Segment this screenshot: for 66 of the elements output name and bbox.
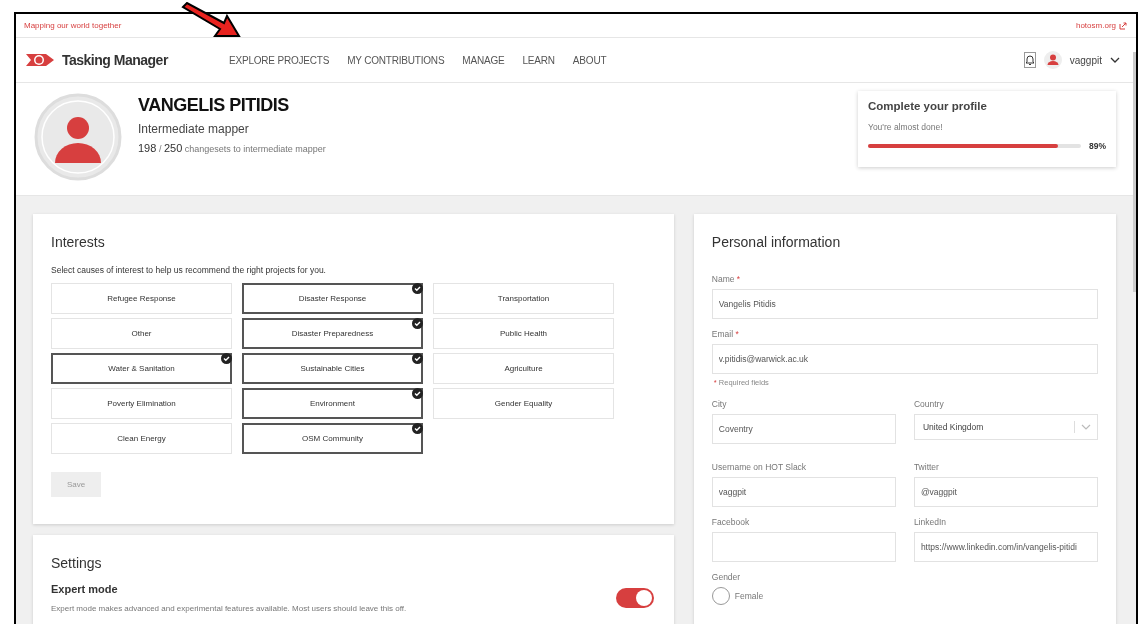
section-title: Personal information [711, 234, 842, 250]
notifications-button[interactable] [1023, 52, 1036, 68]
field-label: LinkedIn [913, 517, 948, 527]
interest-option[interactable]: Public Health [433, 318, 614, 349]
field-label: Gender [711, 572, 742, 582]
interest-option[interactable]: Environment [242, 388, 423, 419]
field-label: Name * [711, 274, 742, 284]
hotosm-link[interactable]: hotosm.org [1075, 21, 1127, 30]
field-label: Twitter [913, 462, 940, 472]
setting-title: Expert mode [51, 583, 119, 595]
profile-name: VANGELIS PITIDIS [138, 95, 290, 116]
text-field[interactable] [711, 532, 896, 562]
check-icon [412, 388, 423, 399]
interest-option[interactable]: Sustainable Cities [242, 353, 423, 384]
interest-option[interactable]: Agriculture [433, 353, 614, 384]
username[interactable]: vaggpit [1069, 54, 1102, 66]
brand-name: Tasking Manager [62, 52, 168, 68]
scrollbar[interactable] [1133, 52, 1136, 292]
check-icon [412, 283, 423, 294]
field-label: City [711, 399, 728, 409]
check-icon [221, 353, 232, 364]
radio-label: Female [734, 591, 764, 601]
text-field[interactable]: vaggpit [711, 477, 896, 507]
interest-option[interactable]: Refugee Response [51, 283, 232, 314]
interest-option[interactable]: Transportation [433, 283, 614, 314]
progress-percent: 89% [1089, 141, 1106, 151]
text-field[interactable]: Coventry [711, 414, 896, 444]
check-icon [412, 353, 423, 364]
field-label: Country [913, 399, 945, 409]
chevron-down-icon[interactable] [1110, 56, 1120, 64]
interest-option[interactable]: Poverty Elimination [51, 388, 232, 419]
interest-option[interactable]: Disaster Response [242, 283, 423, 314]
text-field[interactable]: Vangelis Pitidis [711, 289, 1098, 319]
interest-option[interactable]: Clean Energy [51, 423, 232, 454]
nav-link[interactable]: MANAGE [462, 54, 505, 66]
interests-description: Select causes of interest to help us recommend the right projects for you. [51, 265, 327, 275]
avatar-icon [34, 93, 122, 181]
text-field[interactable]: https://www.linkedin.com/in/vangelis-pitidi [913, 532, 1098, 562]
external-link-icon [1119, 21, 1127, 30]
nav-link[interactable]: LEARN [522, 54, 555, 66]
avatar-icon [1043, 51, 1062, 69]
interest-option[interactable]: Gender Equality [433, 388, 614, 419]
toggle-switch[interactable] [615, 588, 654, 608]
check-icon [412, 423, 423, 434]
card-title: Complete your profile [868, 100, 988, 112]
interest-option[interactable]: Other [51, 318, 232, 349]
tagline: Mapping our world together [24, 21, 122, 30]
section-title: Settings [51, 555, 103, 571]
text-field[interactable]: @vaggpit [913, 477, 1098, 507]
nav-link[interactable]: ABOUT [572, 54, 607, 66]
text-field[interactable]: v.pitidis@warwick.ac.uk [711, 344, 1098, 374]
completion-message: You're almost done! [868, 122, 944, 132]
interest-option[interactable]: OSM Community [242, 423, 423, 454]
check-icon [412, 318, 423, 329]
nav-link[interactable]: EXPLORE PROJECTS [229, 54, 330, 66]
nav-link[interactable]: MY CONTRIBUTIONS [347, 54, 445, 66]
country-dropdown[interactable]: United Kingdom [913, 414, 1098, 440]
setting-description: Expert mode makes advanced and experimental features available. Most users should leave this off. [51, 604, 407, 613]
field-label: Username on HOT Slack [711, 462, 808, 472]
field-label: Facebook [711, 517, 751, 527]
interest-option[interactable]: Disaster Preparedness [242, 318, 423, 349]
bell-icon [1024, 54, 1035, 66]
interest-option[interactable]: Water & Sanitation [51, 353, 232, 384]
mapper-level: Intermediate mapper [138, 122, 250, 136]
field-label: Email * [711, 329, 740, 339]
section-title: Interests [51, 234, 106, 250]
